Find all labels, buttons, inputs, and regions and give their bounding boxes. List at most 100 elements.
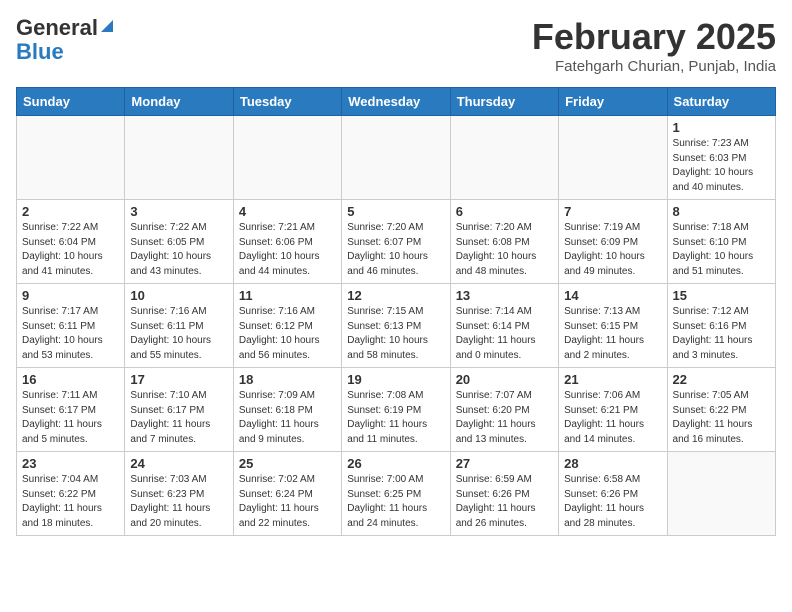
day-number: 17 (130, 372, 227, 387)
calendar-cell: 22Sunrise: 7:05 AM Sunset: 6:22 PM Dayli… (667, 368, 775, 452)
day-number: 15 (673, 288, 770, 303)
calendar-cell (125, 116, 233, 200)
calendar-subtitle: Fatehgarh Churian, Punjab, India (532, 58, 776, 75)
day-number: 3 (130, 204, 227, 219)
logo-blue: Blue (16, 40, 64, 64)
day-info: Sunrise: 6:59 AM Sunset: 6:26 PM Dayligh… (456, 473, 553, 531)
day-info: Sunrise: 7:03 AM Sunset: 6:23 PM Dayligh… (130, 473, 227, 531)
calendar-cell: 10 Sunrise: 7:16 AM Sunset: 6:11 PM Dayli… (125, 284, 233, 368)
calendar-week-row: 23 Sunrise: 7:04 AM Sunset: 6:22 PM Dayli… (17, 452, 776, 536)
day-info: Sunrise: 7:06 AM Sunset: 6:21 PM Dayligh… (564, 389, 661, 447)
day-number: 13 (456, 288, 553, 303)
day-info: Sunrise: 7:23 AM Sunset: 6:03 PM Dayligh… (673, 137, 770, 195)
day-info: Sunrise: 7:14 AM Sunset: 6:14 PM Dayligh… (456, 305, 553, 363)
day-number: 7 (564, 204, 661, 219)
calendar-cell (559, 116, 667, 200)
calendar-title: February 2025 (532, 16, 776, 58)
day-info: Sunrise: 7:22 AM Sunset: 6:04 PM Dayligh… (22, 221, 119, 279)
day-number: 6 (456, 204, 553, 219)
day-number: 23 (22, 456, 119, 471)
day-info: Sunrise: 7:16 AM Sunset: 6:11 PM Dayligh… (130, 305, 227, 363)
calendar-cell: 24 Sunrise: 7:03 AM Sunset: 6:23 PM Dayli… (125, 452, 233, 536)
calendar-cell: 17Sunrise: 7:10 AM Sunset: 6:17 PM Dayli… (125, 368, 233, 452)
calendar-table: SundayMondayTuesdayWednesdayThursdayFrid… (16, 87, 776, 536)
day-info: Sunrise: 7:08 AM Sunset: 6:19 PM Dayligh… (347, 389, 444, 447)
day-info: Sunrise: 6:58 AM Sunset: 6:26 PM Dayligh… (564, 473, 661, 531)
day-info: Sunrise: 7:04 AM Sunset: 6:22 PM Dayligh… (22, 473, 119, 531)
day-number: 21 (564, 372, 661, 387)
weekday-header-row: SundayMondayTuesdayWednesdayThursdayFrid… (17, 88, 776, 116)
day-info: Sunrise: 7:12 AM Sunset: 6:16 PM Dayligh… (673, 305, 770, 363)
calendar-cell: 27 Sunrise: 6:59 AM Sunset: 6:26 PM Dayli… (450, 452, 558, 536)
logo-general: General (16, 16, 98, 40)
day-number: 28 (564, 456, 661, 471)
calendar-cell: 9Sunrise: 7:17 AM Sunset: 6:11 PM Daylig… (17, 284, 125, 368)
calendar-cell: 2 Sunrise: 7:22 AM Sunset: 6:04 PM Daylig… (17, 200, 125, 284)
page-header: General Blue February 2025 Fatehgarh Chu… (16, 16, 776, 75)
calendar-week-row: 1 Sunrise: 7:23 AM Sunset: 6:03 PM Daylig… (17, 116, 776, 200)
day-info: Sunrise: 7:15 AM Sunset: 6:13 PM Dayligh… (347, 305, 444, 363)
calendar-cell: 28 Sunrise: 6:58 AM Sunset: 6:26 PM Dayli… (559, 452, 667, 536)
calendar-cell (233, 116, 341, 200)
day-info: Sunrise: 7:11 AM Sunset: 6:17 PM Dayligh… (22, 389, 119, 447)
calendar-cell: 8 Sunrise: 7:18 AM Sunset: 6:10 PM Daylig… (667, 200, 775, 284)
weekday-header-saturday: Saturday (667, 88, 775, 116)
weekday-header-tuesday: Tuesday (233, 88, 341, 116)
calendar-cell: 3 Sunrise: 7:22 AM Sunset: 6:05 PM Daylig… (125, 200, 233, 284)
logo-icon (99, 18, 115, 34)
day-number: 10 (130, 288, 227, 303)
calendar-cell: 21 Sunrise: 7:06 AM Sunset: 6:21 PM Dayli… (559, 368, 667, 452)
day-info: Sunrise: 7:20 AM Sunset: 6:07 PM Dayligh… (347, 221, 444, 279)
day-number: 2 (22, 204, 119, 219)
logo: General Blue (16, 16, 115, 64)
day-info: Sunrise: 7:07 AM Sunset: 6:20 PM Dayligh… (456, 389, 553, 447)
day-number: 5 (347, 204, 444, 219)
day-number: 12 (347, 288, 444, 303)
calendar-week-row: 9Sunrise: 7:17 AM Sunset: 6:11 PM Daylig… (17, 284, 776, 368)
day-info: Sunrise: 7:19 AM Sunset: 6:09 PM Dayligh… (564, 221, 661, 279)
day-number: 27 (456, 456, 553, 471)
day-number: 20 (456, 372, 553, 387)
weekday-header-sunday: Sunday (17, 88, 125, 116)
calendar-cell: 7 Sunrise: 7:19 AM Sunset: 6:09 PM Daylig… (559, 200, 667, 284)
calendar-cell: 4Sunrise: 7:21 AM Sunset: 6:06 PM Daylig… (233, 200, 341, 284)
calendar-cell (450, 116, 558, 200)
day-info: Sunrise: 7:00 AM Sunset: 6:25 PM Dayligh… (347, 473, 444, 531)
day-info: Sunrise: 7:21 AM Sunset: 6:06 PM Dayligh… (239, 221, 336, 279)
day-number: 26 (347, 456, 444, 471)
day-number: 1 (673, 120, 770, 135)
day-number: 14 (564, 288, 661, 303)
calendar-cell: 19Sunrise: 7:08 AM Sunset: 6:19 PM Dayli… (342, 368, 450, 452)
calendar-cell: 14 Sunrise: 7:13 AM Sunset: 6:15 PM Dayli… (559, 284, 667, 368)
day-info: Sunrise: 7:16 AM Sunset: 6:12 PM Dayligh… (239, 305, 336, 363)
day-number: 16 (22, 372, 119, 387)
calendar-week-row: 2 Sunrise: 7:22 AM Sunset: 6:04 PM Daylig… (17, 200, 776, 284)
calendar-cell: 11Sunrise: 7:16 AM Sunset: 6:12 PM Dayli… (233, 284, 341, 368)
calendar-cell: 15 Sunrise: 7:12 AM Sunset: 6:16 PM Dayli… (667, 284, 775, 368)
day-number: 22 (673, 372, 770, 387)
day-info: Sunrise: 7:09 AM Sunset: 6:18 PM Dayligh… (239, 389, 336, 447)
calendar-cell: 12 Sunrise: 7:15 AM Sunset: 6:13 PM Dayli… (342, 284, 450, 368)
calendar-cell (342, 116, 450, 200)
day-info: Sunrise: 7:02 AM Sunset: 6:24 PM Dayligh… (239, 473, 336, 531)
day-number: 24 (130, 456, 227, 471)
calendar-cell: 20 Sunrise: 7:07 AM Sunset: 6:20 PM Dayli… (450, 368, 558, 452)
calendar-cell: 23 Sunrise: 7:04 AM Sunset: 6:22 PM Dayli… (17, 452, 125, 536)
calendar-cell: 18 Sunrise: 7:09 AM Sunset: 6:18 PM Dayli… (233, 368, 341, 452)
day-number: 18 (239, 372, 336, 387)
weekday-header-monday: Monday (125, 88, 233, 116)
day-info: Sunrise: 7:22 AM Sunset: 6:05 PM Dayligh… (130, 221, 227, 279)
calendar-cell: 16 Sunrise: 7:11 AM Sunset: 6:17 PM Dayli… (17, 368, 125, 452)
calendar-week-row: 16 Sunrise: 7:11 AM Sunset: 6:17 PM Dayli… (17, 368, 776, 452)
day-number: 8 (673, 204, 770, 219)
day-info: Sunrise: 7:18 AM Sunset: 6:10 PM Dayligh… (673, 221, 770, 279)
day-info: Sunrise: 7:13 AM Sunset: 6:15 PM Dayligh… (564, 305, 661, 363)
calendar-cell (667, 452, 775, 536)
calendar-cell: 25 Sunrise: 7:02 AM Sunset: 6:24 PM Dayli… (233, 452, 341, 536)
day-number: 9 (22, 288, 119, 303)
calendar-cell: 6 Sunrise: 7:20 AM Sunset: 6:08 PM Daylig… (450, 200, 558, 284)
day-number: 25 (239, 456, 336, 471)
calendar-cell: 5 Sunrise: 7:20 AM Sunset: 6:07 PM Daylig… (342, 200, 450, 284)
calendar-cell: 13 Sunrise: 7:14 AM Sunset: 6:14 PM Dayli… (450, 284, 558, 368)
day-info: Sunrise: 7:20 AM Sunset: 6:08 PM Dayligh… (456, 221, 553, 279)
